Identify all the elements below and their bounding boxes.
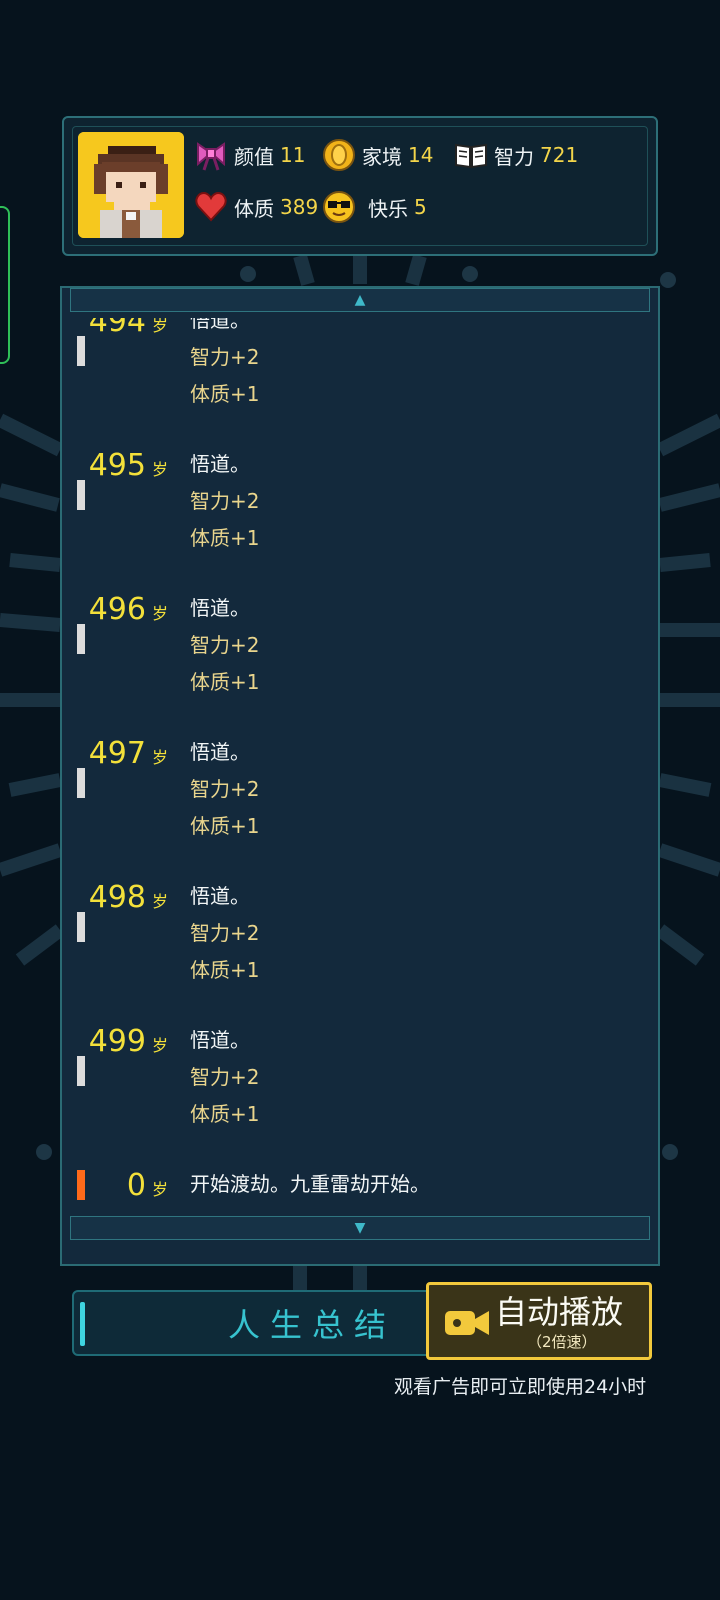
age-number: 495	[88, 448, 146, 483]
log-marker	[77, 912, 85, 942]
physique-value: 389	[280, 195, 319, 219]
log-description: 开始渡劫。九重雷劫开始。	[190, 1172, 430, 1196]
age-unit: 岁	[151, 748, 168, 767]
age-number: 497	[88, 736, 146, 771]
scroll-down-button[interactable]: ▼	[70, 1216, 650, 1240]
age-unit: 岁	[151, 604, 168, 623]
log-lines: 悟道。智力+2 体质+1	[190, 1022, 259, 1133]
arrow-down-icon: ▼	[354, 1220, 366, 1236]
log-description: 悟道。	[190, 318, 250, 332]
autoplay-label: 自动播放	[495, 1293, 624, 1331]
log-age: 494 岁	[89, 318, 168, 346]
log-description: 悟道。	[190, 452, 250, 476]
life-summary-label: 人生总结	[227, 1306, 396, 1344]
book-icon	[455, 143, 487, 169]
side-tab[interactable]	[0, 206, 10, 364]
log-lines: 悟道。智力+2 体质+1	[190, 446, 259, 557]
autoplay-button[interactable]: 自动播放 （2倍速）	[426, 1282, 652, 1360]
log-lines: 悟道。智力+2 体质+1	[190, 878, 259, 989]
intellect-value: 721	[540, 143, 579, 167]
happiness-value: 5	[414, 195, 427, 219]
age-number: 496	[88, 592, 146, 627]
age-unit: 岁	[151, 1180, 168, 1199]
log-effect: 智力+2	[190, 777, 260, 801]
log-age: 499 岁	[89, 1022, 168, 1066]
log-description: 悟道。	[190, 596, 250, 620]
log-lines: 悟道。智力+2 体质+1	[190, 590, 259, 701]
log-effect: 智力+2	[190, 633, 260, 657]
age-number: 498	[88, 880, 146, 915]
log-age: 496 岁	[89, 590, 168, 634]
stat-physique: 体质 389	[194, 190, 318, 224]
bow-icon	[197, 142, 225, 171]
age-number: 499	[88, 1024, 146, 1059]
log-effect: 智力+2	[190, 1065, 260, 1089]
age-unit: 岁	[151, 1036, 168, 1055]
log-age: 498 岁	[89, 878, 168, 922]
log-marker	[77, 1170, 85, 1200]
log-marker	[77, 480, 85, 510]
intellect-label: 智力	[494, 144, 534, 169]
log-lines: 悟道。智力+2 体质+1	[190, 734, 259, 845]
log-effect: 体质+1	[190, 958, 260, 982]
heart-icon	[195, 191, 227, 222]
log-effect: 体质+1	[190, 1102, 260, 1126]
age-unit: 岁	[151, 318, 168, 335]
appearance-value: 11	[280, 143, 306, 167]
log-effect: 体质+1	[190, 814, 260, 838]
stat-happiness: 快乐 5	[322, 190, 427, 224]
log-effect: 智力+2	[190, 489, 260, 513]
log-marker	[77, 1056, 85, 1086]
log-age: 497 岁	[89, 734, 168, 778]
age-unit: 岁	[151, 892, 168, 911]
log-lines: 悟道。智力+2 体质+1	[190, 318, 259, 413]
log-marker	[77, 624, 85, 654]
ad-note: 观看广告即可立即使用24小时	[394, 1376, 647, 1398]
autoplay-speed: （2倍速）	[527, 1333, 597, 1351]
log-age: 495 岁	[89, 446, 168, 490]
stat-intellect: 智力 721	[454, 138, 578, 172]
family-label: 家境	[362, 144, 402, 169]
log-effect: 智力+2	[190, 921, 260, 945]
age-number: 494	[88, 318, 146, 339]
log-age: 0岁	[127, 1166, 168, 1210]
age-unit: 岁	[151, 460, 168, 479]
log-description: 悟道。	[190, 884, 250, 908]
physique-label: 体质	[234, 196, 274, 221]
log-effect: 体质+1	[190, 382, 260, 406]
age-number: 0	[126, 1168, 146, 1203]
arrow-up-icon: ▲	[354, 292, 366, 308]
scroll-up-button[interactable]: ▲	[70, 288, 650, 312]
log-effect: 体质+1	[190, 526, 260, 550]
life-log-list[interactable]: 494 岁悟道。 智力+2 体质+1 495 岁悟道。 智力+2 体质+1 496 岁悟道。 智力+…	[62, 318, 658, 1224]
stat-family: 家境 14	[322, 138, 433, 172]
log-marker	[77, 336, 85, 366]
video-camera-icon	[445, 1311, 489, 1335]
log-lines: 开始渡劫。九重雷劫开始。	[190, 1166, 430, 1203]
stat-appearance: 颜值 11	[194, 138, 305, 172]
log-effect: 体质+1	[190, 670, 260, 694]
stats-panel: 颜值 11 家境 14 智力 721 体质 389 快乐 5	[62, 116, 658, 256]
coin-icon	[323, 139, 355, 171]
log-marker	[77, 768, 85, 798]
family-value: 14	[408, 143, 434, 167]
log-description: 悟道。	[190, 1028, 250, 1052]
happiness-label: 快乐	[368, 196, 408, 221]
appearance-label: 颜值	[234, 144, 274, 169]
log-description: 悟道。	[190, 740, 250, 764]
log-effect: 智力+2	[190, 345, 260, 369]
life-log-panel[interactable]: ▲ 494 岁悟道。 智力+2 体质+1 495 岁悟道。 智力+2 体质+1 496 岁悟道。智…	[60, 286, 660, 1266]
avatar	[78, 132, 184, 238]
sunglasses-emoji-icon	[323, 191, 355, 223]
